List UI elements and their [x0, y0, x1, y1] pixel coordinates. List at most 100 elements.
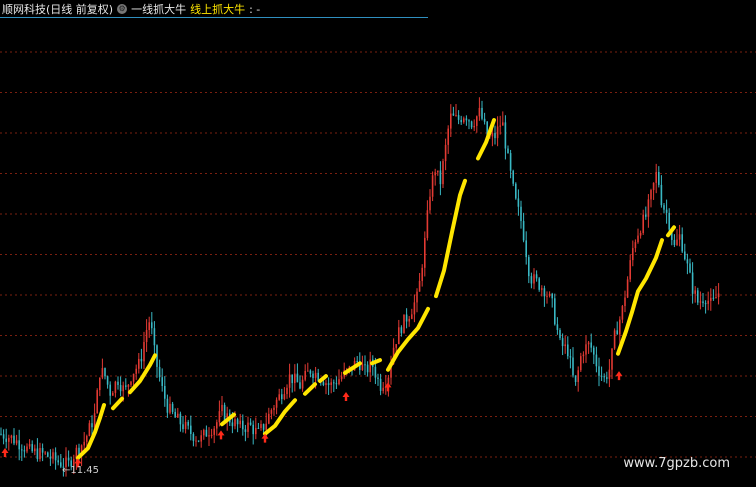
candle-body — [18, 440, 20, 450]
candle-body — [47, 452, 49, 457]
candle-body — [127, 384, 130, 387]
candle-body — [13, 435, 15, 444]
candle-body — [442, 161, 444, 185]
candle-body — [650, 190, 652, 200]
candle-body — [161, 377, 163, 386]
candle-body — [234, 419, 236, 427]
candle-body — [538, 278, 540, 290]
candle-body — [426, 210, 429, 238]
candle-body — [262, 424, 265, 430]
candle-body — [327, 383, 330, 385]
candle-body — [522, 221, 525, 241]
candle-body — [184, 421, 187, 430]
candle-body — [717, 293, 720, 298]
candle-body — [296, 373, 299, 383]
candle-body — [593, 347, 595, 355]
candle-body — [197, 440, 200, 442]
candle-body — [192, 434, 195, 441]
candle-body — [67, 457, 70, 461]
candle-body — [525, 240, 527, 258]
candle-body — [691, 272, 694, 294]
candle-body — [561, 338, 564, 347]
candle-body — [470, 121, 473, 128]
candle-body — [681, 234, 683, 252]
signal-segment — [111, 396, 124, 411]
candle-body — [288, 374, 291, 388]
candle-body — [598, 366, 600, 376]
candle-body — [54, 452, 57, 461]
candle-body — [182, 424, 184, 430]
candle-body — [41, 447, 44, 453]
candle-body — [689, 263, 691, 273]
candle-body — [434, 172, 436, 176]
candle-body — [457, 115, 460, 120]
candle-body — [564, 344, 566, 347]
candle-body — [130, 381, 132, 385]
candle-body — [668, 212, 670, 230]
candle-body — [478, 107, 481, 117]
candle-body — [460, 119, 462, 123]
candle-body — [663, 205, 665, 210]
candle-body — [364, 364, 366, 366]
candle-body — [444, 144, 447, 162]
candle-body — [340, 376, 343, 380]
candle-body — [535, 274, 538, 279]
candle-body — [239, 420, 241, 425]
candle-body — [613, 330, 616, 349]
candle-body — [21, 449, 23, 451]
candle-body — [231, 422, 234, 427]
candle-body — [504, 122, 507, 149]
candle-body — [208, 435, 210, 437]
candle-body — [10, 435, 13, 438]
candle-body — [634, 242, 637, 249]
candle-body — [252, 424, 254, 435]
candle-body — [450, 113, 452, 129]
candle-body — [270, 410, 273, 414]
candle-body — [314, 372, 317, 379]
candle-body — [541, 288, 543, 290]
candle-body — [499, 125, 501, 127]
candle-body — [587, 342, 590, 345]
candle-body — [265, 423, 267, 430]
candle-body — [533, 274, 535, 284]
candle-body — [205, 429, 208, 437]
candle-body — [512, 170, 514, 184]
candle-body — [255, 427, 257, 435]
candle-body — [304, 370, 306, 380]
candle-body — [684, 251, 686, 260]
candle-body — [322, 382, 325, 385]
candle-body — [247, 422, 249, 432]
candle-body — [218, 411, 221, 423]
candle-body — [242, 420, 244, 430]
candle-body — [125, 385, 127, 387]
buy-arrow-icon — [1, 447, 9, 457]
candle-body — [86, 436, 88, 442]
candle-body — [624, 297, 626, 307]
candlestick-chart[interactable] — [0, 0, 756, 487]
candle-body — [452, 113, 455, 116]
candle-body — [268, 413, 270, 424]
grid-lines — [0, 51, 756, 458]
candle-body — [377, 377, 379, 379]
candle-body — [335, 383, 338, 385]
candle-body — [257, 427, 260, 429]
candle-body — [491, 133, 494, 137]
candle-body — [439, 170, 442, 185]
candle-body — [382, 387, 384, 391]
candle-body — [273, 407, 275, 411]
candle-body — [26, 446, 28, 452]
candle-body — [200, 435, 202, 442]
candle-body — [632, 248, 634, 261]
candle-body — [52, 452, 54, 459]
candle-body — [99, 377, 101, 391]
candle-body — [164, 385, 166, 399]
candle-body — [398, 327, 400, 345]
signal-segment — [318, 374, 328, 383]
candle-body — [260, 424, 262, 428]
candle-body — [338, 379, 340, 385]
candle-body — [135, 368, 137, 374]
signal-segment — [476, 118, 496, 161]
candle-body — [702, 301, 704, 304]
candle-body — [447, 128, 449, 145]
candle-body — [286, 387, 288, 395]
